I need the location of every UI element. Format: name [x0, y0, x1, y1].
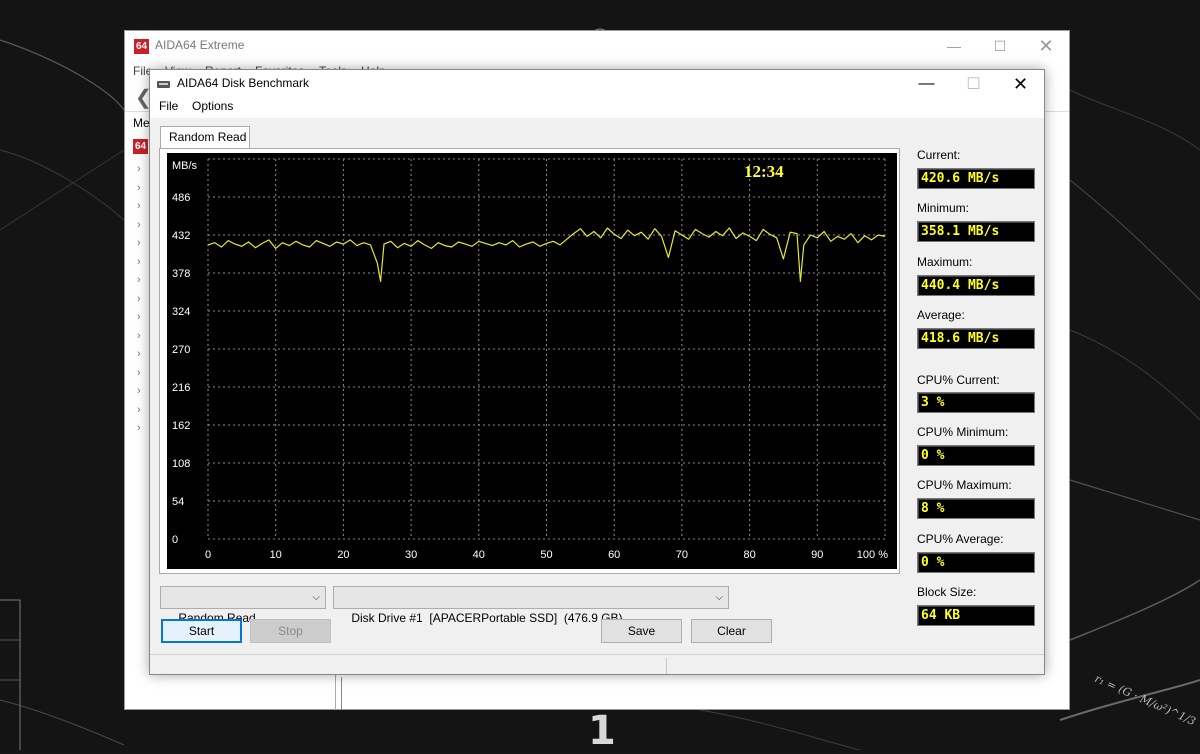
tree-expand-arrow-icon[interactable]: › — [137, 311, 141, 323]
cpu-minimum-value: 0 % — [917, 445, 1035, 466]
bench-minimize-icon[interactable]: — — [903, 70, 950, 98]
block-size-label: Block Size: — [917, 585, 977, 599]
tree-expand-arrow-icon[interactable]: › — [137, 348, 141, 360]
bench-menubar: File Options — [150, 98, 1044, 118]
cpu-maximum-value: 8 % — [917, 498, 1035, 519]
x-tick-label: 0 — [205, 549, 211, 561]
maximum-value: 440.4 MB/s — [917, 275, 1035, 296]
elapsed-time: 12:34 — [744, 162, 784, 181]
chevron-down-icon: ⌵ — [715, 592, 723, 603]
block-size-value: 64 KB — [917, 605, 1035, 626]
cpu-current-label: CPU% Current: — [917, 373, 1000, 387]
x-tick-label: 30 — [405, 549, 417, 561]
disk-benchmark-window: AIDA64 Disk Benchmark — ☐ ✕ File Options… — [149, 69, 1045, 675]
y-tick-label: 108 — [172, 458, 190, 470]
stop-button: Stop — [250, 619, 331, 643]
x-tick-label: 100 % — [857, 549, 888, 561]
maximize-icon[interactable]: ☐ — [977, 31, 1023, 61]
y-axis-label: MB/s — [172, 160, 198, 172]
x-tick-label: 40 — [473, 549, 485, 561]
bench-close-icon[interactable]: ✕ — [997, 70, 1044, 98]
x-tick-label: 70 — [676, 549, 688, 561]
y-tick-label: 216 — [172, 382, 190, 394]
minimum-label: Minimum: — [917, 201, 970, 215]
status-separator — [666, 658, 667, 674]
bench-maximize-icon: ☐ — [966, 76, 981, 93]
tree-expand-arrow-icon[interactable]: › — [137, 293, 141, 305]
bench-title-bar: AIDA64 Disk Benchmark — ☐ ✕ — [150, 70, 1044, 98]
x-tick-label: 50 — [540, 549, 552, 561]
main-title-bar: 64 AIDA64 Extreme — ☐ ✕ — [125, 31, 1069, 61]
clear-button[interactable]: Clear — [691, 619, 772, 643]
y-tick-label: 324 — [172, 306, 190, 318]
cpu-average-label: CPU% Average: — [917, 532, 1004, 546]
tree-expand-arrow-icon[interactable]: › — [137, 182, 141, 194]
tree-expand-arrow-icon[interactable]: › — [137, 219, 141, 231]
current-value: 420.6 MB/s — [917, 168, 1035, 189]
y-tick-label: 378 — [172, 268, 190, 280]
save-button[interactable]: Save — [601, 619, 682, 643]
y-tick-label: 486 — [172, 192, 190, 204]
tree-root-logo-icon: 64 — [133, 139, 148, 154]
y-tick-label: 270 — [172, 344, 190, 356]
chevron-down-icon: ⌵ — [312, 592, 320, 603]
maximum-label: Maximum: — [917, 255, 973, 269]
tree-expand-arrow-icon[interactable]: › — [137, 200, 141, 212]
main-pane-divider — [341, 677, 342, 710]
tree-expand-arrow-icon[interactable]: › — [137, 163, 141, 175]
tree-expand-arrow-icon[interactable]: › — [137, 385, 141, 397]
drive-select[interactable]: Disk Drive #1 [APACERPortable SSD] (476.… — [333, 586, 729, 625]
y-tick-label: 54 — [172, 496, 184, 508]
tree-expand-arrow-icon[interactable]: › — [137, 237, 141, 249]
bench-window-title: AIDA64 Disk Benchmark — [177, 76, 310, 90]
tree-expand-arrow-icon[interactable]: › — [137, 274, 141, 286]
menu-tab-label[interactable]: Me — [133, 116, 150, 130]
tree-expand-arrow-icon[interactable]: › — [137, 404, 141, 416]
tree-expand-arrow-icon[interactable]: › — [137, 256, 141, 268]
x-tick-label: 80 — [743, 549, 755, 561]
close-icon[interactable]: ✕ — [1023, 31, 1069, 61]
current-label: Current: — [917, 148, 961, 162]
test-type-select[interactable]: Random Read ⌵ — [160, 586, 326, 625]
average-label: Average: — [917, 308, 965, 322]
tree-expand-arrow-icon[interactable]: › — [137, 422, 141, 434]
y-tick-label: 162 — [172, 420, 190, 432]
aida64-logo-icon: 64 — [134, 39, 149, 54]
benchmark-chart: MB/s 0 54 108 162 216 270 324 378 432 486 0 10 20 30 40… — [167, 153, 897, 569]
status-bar — [150, 654, 1044, 676]
x-tick-label: 20 — [337, 549, 349, 561]
cpu-average-value: 0 % — [917, 552, 1035, 573]
chart-svg: MB/s 0 54 108 162 216 270 324 378 432 486 0 10 20 30 40… — [172, 158, 888, 561]
tree-expand-arrow-icon[interactable]: › — [137, 367, 141, 379]
wallpaper-number: 1 — [588, 708, 616, 754]
minimize-icon[interactable]: — — [931, 31, 977, 61]
cpu-minimum-label: CPU% Minimum: — [917, 425, 1009, 439]
x-tick-label: 10 — [270, 549, 282, 561]
x-tick-label: 60 — [608, 549, 620, 561]
start-button[interactable]: Start — [161, 619, 242, 643]
tab-random-read[interactable]: Random Read — [160, 126, 250, 148]
y-tick-label: 432 — [172, 230, 190, 242]
y-tick-label: 0 — [172, 534, 178, 546]
drive-value: Disk Drive #1 [APACERPortable SSD] (476.… — [351, 611, 623, 625]
cpu-current-value: 3 % — [917, 392, 1035, 413]
cpu-maximum-label: CPU% Maximum: — [917, 478, 1012, 492]
main-window-title: AIDA64 Extreme — [155, 38, 245, 52]
minimum-value: 358.1 MB/s — [917, 221, 1035, 242]
tree-expand-arrow-icon[interactable]: › — [137, 330, 141, 342]
bench-menu-file[interactable]: File — [159, 99, 178, 113]
disk-drive-icon — [157, 81, 170, 88]
x-tick-label: 90 — [811, 549, 823, 561]
average-value: 418.6 MB/s — [917, 328, 1035, 349]
bench-menu-options[interactable]: Options — [192, 99, 233, 113]
